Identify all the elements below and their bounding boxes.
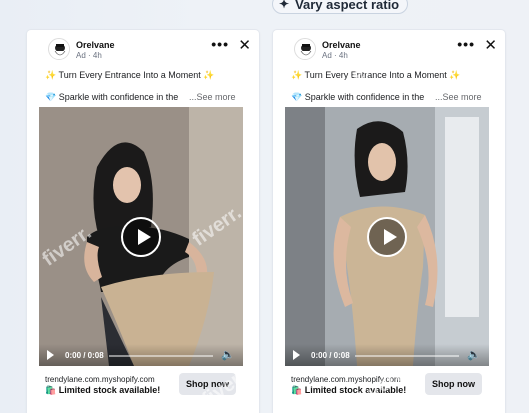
mute-icon[interactable]: 🔈 — [221, 348, 235, 361]
video-time: 0:00 / 0:08 — [311, 351, 350, 360]
vary-aspect-ratio-pill[interactable]: ✦ Vary aspect ratio — [272, 0, 409, 14]
video-time: 0:00 / 0:08 — [65, 351, 104, 360]
see-more-link[interactable]: ...See more — [435, 92, 482, 102]
play-icon[interactable] — [293, 350, 300, 360]
more-options-icon[interactable]: ••• — [211, 36, 229, 52]
brand-name[interactable]: Orelvane — [322, 40, 361, 50]
more-options-icon[interactable]: ••• — [457, 36, 475, 52]
close-icon[interactable]: ✕ — [484, 36, 497, 54]
seek-bar[interactable] — [109, 355, 213, 357]
seek-bar[interactable] — [355, 355, 459, 357]
link-domain: trendylane.com.myshopify.com — [45, 375, 155, 384]
ad-header: Orelvane Ad · 4h ••• ✕ — [27, 30, 259, 62]
video-controls: 0:00 / 0:08 🔈 — [285, 344, 489, 366]
ad-header: Orelvane Ad · 4h ••• ✕ — [273, 30, 505, 62]
vary-aspect-ratio-label: Vary aspect ratio — [295, 0, 400, 12]
video-media[interactable]: 0:00 / 0:08 🔈 — [39, 107, 243, 366]
primary-text-line-1: ✨ Turn Every Entrance Into a Moment ✨ — [291, 70, 461, 80]
close-icon[interactable]: ✕ — [238, 36, 251, 54]
shop-now-button[interactable]: Shop now — [425, 373, 482, 395]
primary-text-line-2: 💎 Sparkle with confidence in the — [45, 92, 179, 102]
avatar[interactable] — [294, 38, 316, 60]
ad-tag: Ad · 4h — [322, 51, 348, 60]
ad-preview-card-2: Orelvane Ad · 4h ••• ✕ ✨ Turn Every Entr… — [273, 30, 505, 413]
ad-preview-card-1: Orelvane Ad · 4h ••• ✕ ✨ Turn Every Entr… — [27, 30, 259, 413]
play-button[interactable] — [367, 216, 407, 257]
video-media[interactable]: 0:00 / 0:08 🔈 — [285, 107, 489, 366]
play-button[interactable] — [121, 216, 161, 257]
see-more-link[interactable]: ...See more — [189, 92, 236, 102]
primary-text-line-1: ✨ Turn Every Entrance Into a Moment ✨ — [45, 70, 215, 80]
primary-text-line-2: 💎 Sparkle with confidence in the — [291, 92, 425, 102]
play-icon[interactable] — [47, 350, 54, 360]
video-controls: 0:00 / 0:08 🔈 — [39, 344, 243, 366]
avatar[interactable] — [48, 38, 70, 60]
mute-icon[interactable]: 🔈 — [467, 348, 481, 361]
ad-tag: Ad · 4h — [76, 51, 102, 60]
headline: 🛍️ Limited stock available! — [45, 385, 161, 395]
shop-now-button[interactable]: Shop now — [179, 373, 236, 395]
brand-name[interactable]: Orelvane — [76, 40, 115, 50]
link-domain: trendylane.com.myshopify.com — [291, 375, 401, 384]
headline: 🛍️ Limited stock available! — [291, 385, 407, 395]
sparkle-icon: ✦ — [279, 0, 290, 11]
